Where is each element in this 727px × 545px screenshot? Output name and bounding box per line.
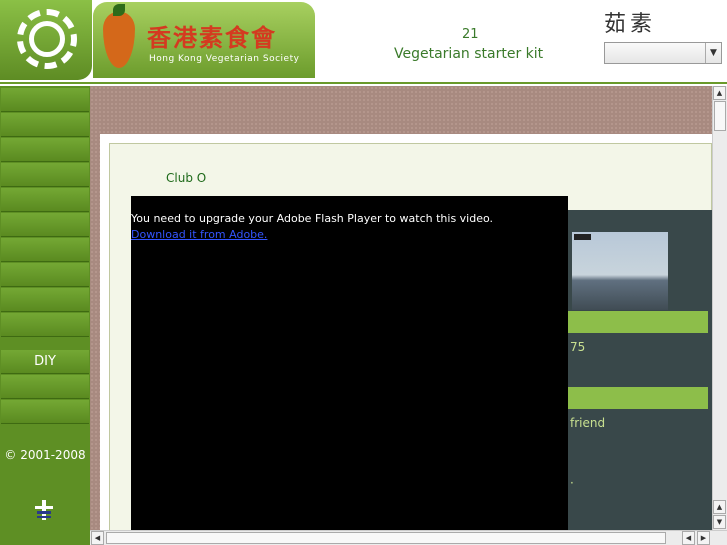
vertical-scrollbar[interactable]: ▲ ▲ ▼: [712, 86, 727, 530]
flash-upgrade-message: You need to upgrade your Adobe Flash Pla…: [131, 212, 494, 225]
rc-link-1[interactable]: friend: [570, 416, 605, 430]
sidebar-item-diy[interactable]: DIY: [1, 350, 89, 374]
sidebar-item-6[interactable]: [1, 213, 89, 237]
sidebar-item-2[interactable]: [1, 113, 89, 137]
horizontal-scroll-thumb[interactable]: [106, 532, 666, 544]
scroll-down-icon[interactable]: ▼: [713, 515, 726, 529]
org-logo-banner[interactable]: 香港素食會 Hong Kong Vegetarian Society: [93, 2, 315, 78]
harbour-webcam-image[interactable]: [572, 232, 668, 310]
org-name-en: Hong Kong Vegetarian Society: [149, 54, 300, 64]
vertical-scroll-thumb[interactable]: [714, 101, 726, 131]
sidebar-item-3[interactable]: [1, 138, 89, 162]
issue-title[interactable]: Vegetarian starter kit: [394, 46, 543, 62]
rc-link-4[interactable]: ·: [570, 476, 574, 490]
horizontal-scrollbar[interactable]: ◀ ◀ ▶: [90, 530, 727, 545]
issue-select[interactable]: ▼: [604, 42, 722, 64]
carrot-leaf-icon: [113, 4, 125, 16]
sidebar-item-7[interactable]: [1, 238, 89, 262]
sidebar-item-5[interactable]: [1, 188, 89, 212]
rc-line-1[interactable]: 75: [570, 340, 585, 354]
issue-number: 21: [462, 27, 479, 42]
calligraphy-logo: 茹素: [604, 12, 657, 37]
webcam-timestamp-icon: [574, 234, 592, 240]
section-band-1: [568, 311, 708, 333]
ring-inner-icon: [29, 21, 65, 57]
scroll-left-small-icon[interactable]: ◀: [682, 531, 695, 545]
flash-video-placeholder[interactable]: You need to upgrade your Adobe Flash Pla…: [131, 196, 568, 545]
scroll-left-icon[interactable]: ◀: [91, 531, 104, 545]
sidebar-item-1[interactable]: [1, 88, 89, 112]
scroll-right-icon[interactable]: ▶: [697, 531, 710, 545]
carrot-icon: [103, 12, 135, 68]
intro-text: Club O: [166, 171, 207, 185]
sidebar-item-4[interactable]: [1, 163, 89, 187]
scroll-up-small-icon[interactable]: ▲: [713, 500, 726, 514]
copyright-text: © 2001-2008: [4, 448, 86, 462]
flash-download-link[interactable]: Download it from Adobe.: [131, 228, 267, 241]
site-header: 香港素食會 Hong Kong Vegetarian Society 21 Ve…: [0, 0, 727, 84]
home-logo[interactable]: [0, 0, 92, 80]
sidebar-item-9[interactable]: [1, 288, 89, 312]
sidebar-nav: DIY © 2001-2008: [0, 86, 90, 545]
browser-viewport: 香港素食會 Hong Kong Vegetarian Society 21 Ve…: [0, 0, 727, 545]
sidebar-item-13[interactable]: [1, 400, 89, 424]
chevron-down-icon[interactable]: ▼: [705, 43, 721, 63]
scroll-up-icon[interactable]: ▲: [713, 86, 726, 100]
sidebar-item-10[interactable]: [1, 313, 89, 337]
sidebar-item-8[interactable]: [1, 263, 89, 287]
hk-gov-emblem-icon: [35, 500, 53, 520]
right-column: 75 friend ·: [568, 210, 712, 545]
sidebar-item-12[interactable]: [1, 375, 89, 399]
org-name-cn: 香港素食會: [147, 23, 277, 52]
section-band-2: [568, 387, 708, 409]
